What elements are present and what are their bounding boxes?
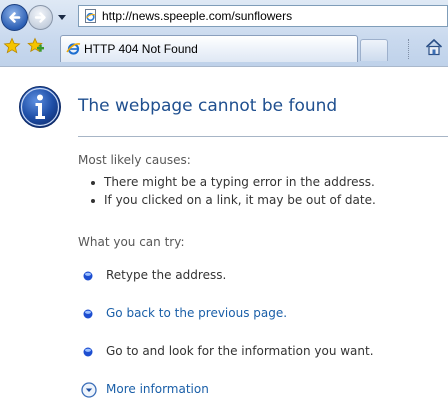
add-favorite-icon[interactable] <box>27 37 45 55</box>
tab-title: HTTP 404 Not Found <box>84 42 198 56</box>
home-icon[interactable] <box>424 37 444 57</box>
forward-button[interactable] <box>28 5 53 30</box>
go-back-link[interactable]: Go back to the previous page. <box>106 306 287 320</box>
ie-tab-icon <box>66 43 81 55</box>
expand-chevron-icon[interactable] <box>81 382 97 398</box>
toolbar-separator <box>408 39 410 59</box>
try-item-retype: Retype the address. <box>106 268 227 282</box>
new-tab-button[interactable] <box>360 39 388 61</box>
back-button[interactable] <box>1 4 28 31</box>
recent-pages-dropdown-icon[interactable] <box>56 10 68 24</box>
address-url[interactable]: http://news.speeple.com/sunflowers <box>102 9 292 23</box>
back-icon <box>9 12 21 23</box>
tab-current[interactable]: HTTP 404 Not Found <box>60 35 358 62</box>
info-icon <box>19 86 61 128</box>
forward-icon <box>34 12 46 23</box>
causes-heading: Most likely causes: <box>78 153 191 167</box>
bullet-icon <box>83 271 93 281</box>
bullet-icon <box>83 309 93 319</box>
cause-item: There might be a typing error in the add… <box>91 175 375 189</box>
divider <box>78 136 448 137</box>
try-item-go-to: Go to and look for the information you w… <box>106 344 374 358</box>
address-bar[interactable]: http://news.speeple.com/sunflowers <box>78 5 448 27</box>
cause-item: If you clicked on a link, it may be out … <box>91 193 376 207</box>
browser-toolbar: http://news.speeple.com/sunflowers HTTP … <box>0 0 448 67</box>
favorites-star-icon[interactable] <box>3 37 21 55</box>
try-heading: What you can try: <box>78 235 185 249</box>
bullet-icon <box>83 347 93 357</box>
page-icon <box>85 9 96 23</box>
page-title: The webpage cannot be found <box>78 96 338 116</box>
more-information-link[interactable]: More information <box>106 382 209 396</box>
